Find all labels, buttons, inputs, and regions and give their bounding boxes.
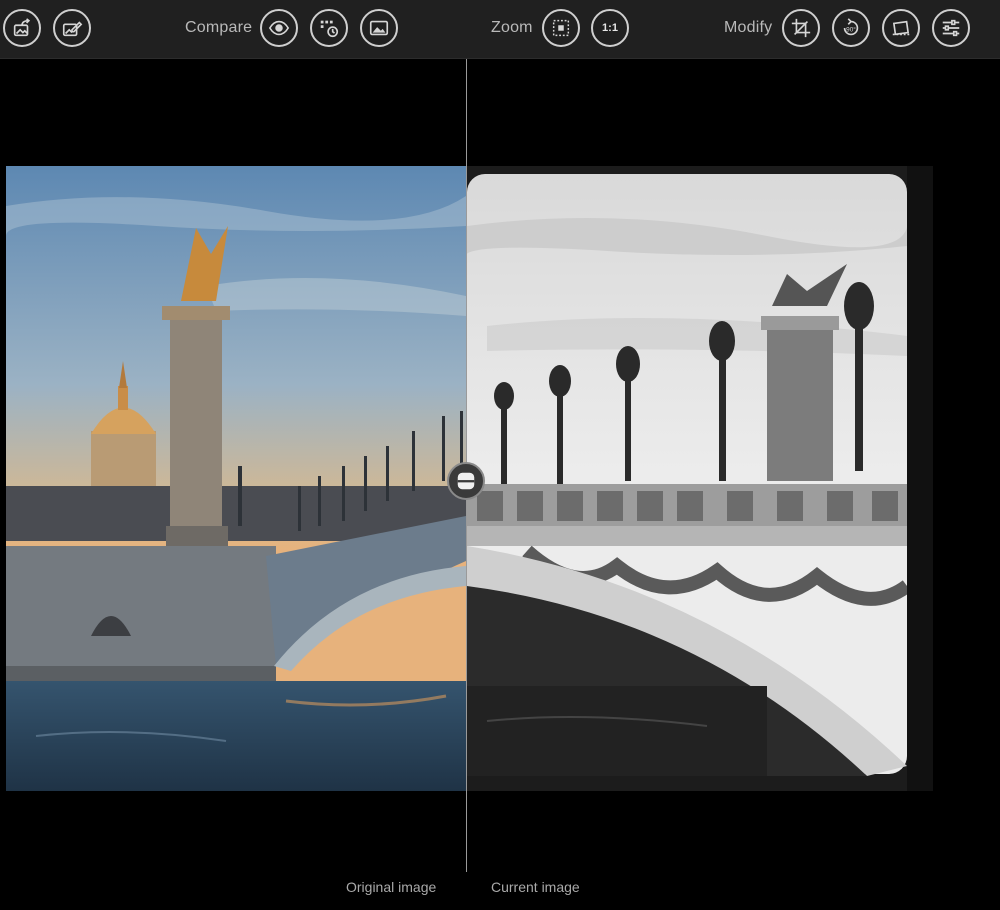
image-edit-icon: [62, 21, 83, 37]
compare-image-button[interactable]: [360, 9, 398, 47]
split-view-handle[interactable]: [447, 462, 485, 500]
top-toolbar: Compare Zoom 1:1 Modify 90°: [0, 0, 1000, 59]
rotate-90-icon: 90°: [843, 18, 859, 36]
current-image-caption: Current image: [491, 879, 580, 895]
rotate-90-label: 90°: [846, 26, 856, 34]
image-export-icon: [13, 18, 31, 37]
adjustments-sliders-icon: [942, 19, 960, 37]
zoom-fit-button[interactable]: [542, 9, 580, 47]
image-export-button[interactable]: [3, 9, 41, 47]
modify-label: Modify: [724, 19, 773, 36]
crop-button[interactable]: [782, 9, 820, 47]
compare-eye-button[interactable]: [260, 9, 298, 47]
compare-history-button[interactable]: [310, 9, 348, 47]
rotate-90-button[interactable]: 90°: [832, 9, 870, 47]
original-image: [6, 166, 466, 791]
current-image: [467, 166, 933, 791]
original-image-caption: Original image: [346, 879, 437, 895]
image-compare-viewer[interactable]: Original image Current image: [0, 59, 1000, 910]
zoom-label: Zoom: [491, 19, 533, 36]
zoom-actual-size-icon: 1:1: [602, 22, 618, 34]
split-view-handle-icon: [457, 472, 475, 490]
straighten-icon: [892, 20, 910, 36]
zoom-actual-size-button[interactable]: 1:1: [591, 9, 629, 47]
crop-icon: [791, 18, 811, 38]
straighten-button[interactable]: [882, 9, 920, 47]
compare-label: Compare: [185, 19, 253, 36]
zoom-fit-icon: [552, 19, 570, 37]
image-edit-button[interactable]: [53, 9, 91, 47]
history-compare-icon: [320, 20, 339, 38]
image-icon: [369, 20, 389, 36]
adjustments-button[interactable]: [932, 9, 970, 47]
eye-icon: [268, 20, 290, 36]
